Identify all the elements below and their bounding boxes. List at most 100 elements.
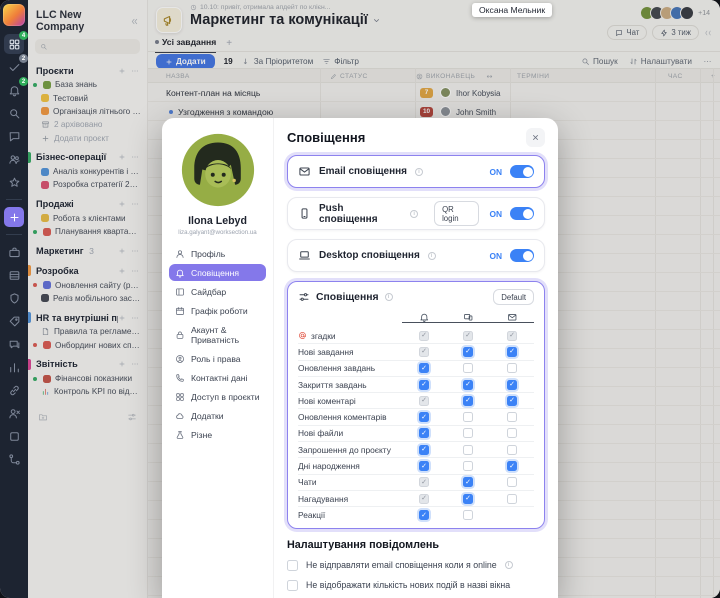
settings-menu-Доступ в проєкти[interactable]: Доступ в проєкти <box>169 388 266 405</box>
flask-icon <box>175 430 185 440</box>
matrix-checkbox[interactable] <box>463 363 473 373</box>
devices-icon <box>463 312 474 323</box>
data-icon <box>8 269 21 282</box>
matrix-checkbox[interactable] <box>463 347 473 357</box>
matrix-checkbox[interactable] <box>463 510 473 520</box>
matrix-checkbox[interactable] <box>463 461 473 471</box>
matrix-checkbox[interactable] <box>507 380 517 390</box>
comments-icon <box>8 338 21 351</box>
rail-team-button[interactable] <box>4 149 24 169</box>
matrix-checkbox[interactable] <box>507 396 517 406</box>
option-no-email-online[interactable]: Не відправляти email сповіщення коли я o… <box>287 560 545 571</box>
rail-integrations-button[interactable] <box>4 380 24 400</box>
checkbox[interactable] <box>287 580 298 591</box>
matrix-checkbox[interactable] <box>463 428 473 438</box>
settings-menu-Профіль[interactable]: Профіль <box>169 245 266 262</box>
matrix-checkbox[interactable] <box>507 494 517 504</box>
rail-data-button[interactable] <box>4 265 24 285</box>
settings-menu-Сповіщення[interactable]: Сповіщення <box>169 264 266 281</box>
menu-item-label: Сповіщення <box>191 268 239 278</box>
matrix-row: Нові коментарі <box>298 393 534 409</box>
menu-item-label: Роль і права <box>191 354 241 364</box>
matrix-row: Дні народження <box>298 458 534 474</box>
matrix-checkbox[interactable] <box>507 445 517 455</box>
tasks-icon <box>8 61 21 74</box>
matrix-checkbox[interactable] <box>507 461 517 471</box>
rail-portfolio-button[interactable] <box>4 242 24 262</box>
default-button[interactable]: Default <box>493 289 534 305</box>
rail-favorites-button[interactable] <box>4 172 24 192</box>
matrix-checkbox[interactable] <box>463 380 473 390</box>
matrix-checkbox[interactable] <box>463 477 473 487</box>
settings-menu-Роль і права[interactable]: Роль і права <box>169 350 266 367</box>
matrix-column-devices <box>446 312 490 323</box>
matrix-checkbox[interactable] <box>419 412 429 422</box>
notification-matrix-card: Сповіщення Default згадкиНові завданняОн… <box>287 281 545 529</box>
qr-login-button[interactable]: QR login <box>434 201 479 226</box>
grid-icon <box>175 392 185 402</box>
matrix-checkbox[interactable] <box>419 445 429 455</box>
rail-search-button[interactable] <box>4 103 24 123</box>
rail-comments-button[interactable] <box>4 334 24 354</box>
push-notifications-card: Push сповіщення QR login ON <box>287 197 545 230</box>
settings-menu-Графік роботи[interactable]: Графік роботи <box>169 302 266 319</box>
settings-menu-Різне[interactable]: Різне <box>169 426 266 443</box>
checkbox[interactable] <box>287 560 298 571</box>
mention-at-icon <box>298 331 307 340</box>
info-icon <box>385 293 393 301</box>
matrix-column-mail <box>490 312 534 323</box>
matrix-checkbox[interactable] <box>463 494 473 504</box>
matrix-checkbox <box>507 331 517 341</box>
matrix-row: Нові файли <box>298 426 534 442</box>
matrix-row: Запрошення до проєкту <box>298 442 534 458</box>
settings-menu-Акаунт & Приватність[interactable]: Акаунт & Приватність <box>169 321 266 348</box>
menu-item-label: Акаунт & Приватність <box>191 325 260 345</box>
matrix-checkbox[interactable] <box>463 445 473 455</box>
menu-item-label: Графік роботи <box>191 306 248 316</box>
push-toggle[interactable] <box>510 207 534 220</box>
rail-reports-button[interactable] <box>4 357 24 377</box>
matrix-checkbox[interactable] <box>419 380 429 390</box>
matrix-checkbox[interactable] <box>463 396 473 406</box>
matrix-checkbox[interactable] <box>507 428 517 438</box>
workspace-logo[interactable] <box>3 4 25 26</box>
settings-menu-Контактні дані[interactable]: Контактні дані <box>169 369 266 386</box>
desktop-notifications-card: Desktop сповіщення ON <box>287 239 545 272</box>
rail-guests-button[interactable] <box>4 403 24 423</box>
automation-icon <box>8 453 21 466</box>
rail-automation-button[interactable] <box>4 449 24 469</box>
settings-menu-Додатки[interactable]: Додатки <box>169 407 266 424</box>
matrix-checkbox <box>419 347 429 357</box>
matrix-checkbox[interactable] <box>419 461 429 471</box>
matrix-checkbox[interactable] <box>507 363 517 373</box>
rail-add-button[interactable] <box>4 207 24 227</box>
rail-tasks-button[interactable]: 2 <box>4 57 24 77</box>
icon-rail: 4 2 2 <box>0 0 28 598</box>
rail-tags-button[interactable] <box>4 311 24 331</box>
rail-notifications-button[interactable]: 2 <box>4 80 24 100</box>
matrix-row-label: згадки <box>298 331 402 341</box>
rail-apps-button[interactable]: 4 <box>4 34 24 54</box>
matrix-row-label: Нагадування <box>298 494 402 504</box>
matrix-checkbox[interactable] <box>419 510 429 520</box>
sidebar-icon <box>175 287 185 297</box>
matrix-checkbox[interactable] <box>419 363 429 373</box>
matrix-checkbox[interactable] <box>419 428 429 438</box>
rail-security-button[interactable] <box>4 288 24 308</box>
calendar-icon <box>175 306 185 316</box>
matrix-checkbox[interactable] <box>463 412 473 422</box>
matrix-checkbox[interactable] <box>507 477 517 487</box>
rail-messages-button[interactable] <box>4 126 24 146</box>
matrix-checkbox[interactable] <box>507 347 517 357</box>
email-toggle[interactable] <box>510 165 534 178</box>
matrix-row: Нові завдання <box>298 344 534 360</box>
rail-archive-button[interactable] <box>4 426 24 446</box>
matrix-checkbox[interactable] <box>507 412 517 422</box>
close-button[interactable] <box>526 128 545 147</box>
settings-menu-Сайдбар[interactable]: Сайдбар <box>169 283 266 300</box>
option-no-title-count[interactable]: Не відображати кількість нових подій в н… <box>287 580 545 591</box>
desktop-toggle[interactable] <box>510 249 534 262</box>
security-icon <box>8 292 21 305</box>
cloud-icon <box>175 411 185 421</box>
modal-title: Сповіщення <box>287 130 365 145</box>
